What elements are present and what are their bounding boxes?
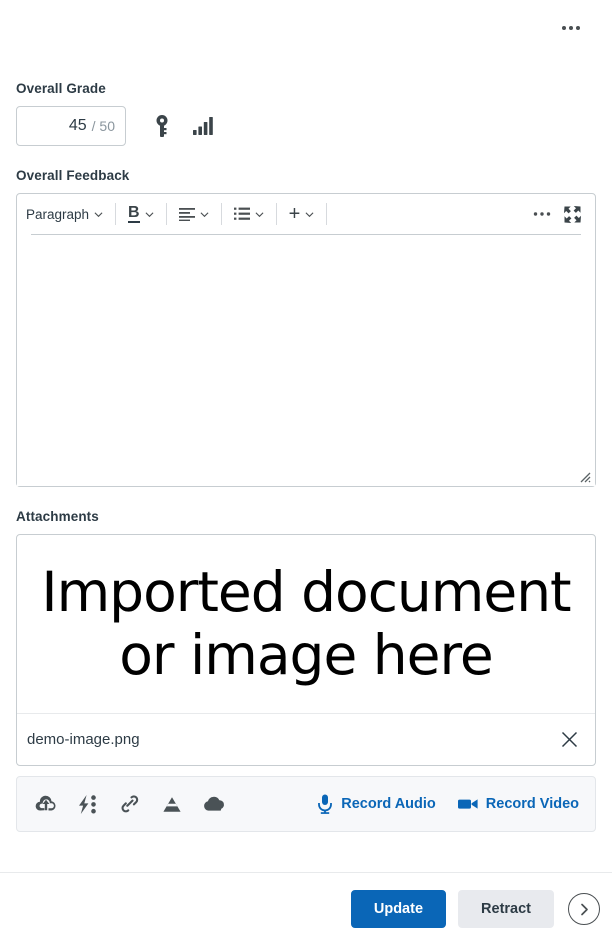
- attachment-preview[interactable]: Imported document or image here: [17, 535, 595, 713]
- rich-content-editor: Paragraph B +: [16, 193, 596, 487]
- insert-menu-button[interactable]: +: [284, 199, 320, 229]
- bold-label: B: [128, 204, 140, 224]
- toolbar-separator: [275, 203, 277, 225]
- update-button[interactable]: Update: [350, 890, 447, 928]
- panel-topbar: [0, 0, 612, 56]
- overall-feedback-label: Overall Feedback: [16, 168, 130, 183]
- rce-resize-handle[interactable]: [575, 467, 591, 483]
- toolbar-separator: [115, 203, 117, 225]
- cloud-glyph: [203, 796, 224, 811]
- block-format-label: Paragraph: [26, 206, 90, 222]
- retract-button[interactable]: Retract: [458, 890, 554, 928]
- block-format-dropdown[interactable]: Paragraph: [21, 199, 108, 229]
- grade-input[interactable]: 45 / 50: [16, 106, 126, 146]
- toolbar-separator: [165, 203, 167, 225]
- bulleted-list-icon: [233, 207, 250, 220]
- kebab-dot: [562, 26, 566, 30]
- overall-feedback-section: Overall Feedback Paragraph B +: [0, 168, 612, 487]
- attachments-section: Attachments Imported document or image h…: [0, 509, 612, 766]
- plus-icon: +: [288, 203, 301, 225]
- chevron-down-icon: [94, 211, 103, 217]
- onedrive-cloud-icon[interactable]: [199, 789, 229, 819]
- chevron-down-icon: [305, 211, 314, 217]
- rce-more-options-button[interactable]: [527, 199, 557, 229]
- video-camera-icon: [457, 799, 478, 809]
- grade-value: 45: [68, 117, 87, 134]
- record-audio-button[interactable]: Record Audio: [315, 790, 438, 818]
- attachment-preview-text: Imported document or image here: [41, 559, 571, 687]
- kebab-dot: [576, 26, 580, 30]
- grade-points-possible: / 50: [91, 118, 115, 134]
- grade-statistics-icon[interactable]: [184, 106, 224, 146]
- remove-attachment-button[interactable]: [555, 726, 583, 754]
- attachment-file-row: demo-image.png: [17, 713, 595, 765]
- speedgrader-grading-panel: Overall Grade 45 / 50 Overall Feedback P…: [0, 0, 612, 945]
- rubric-key-icon[interactable]: [142, 106, 182, 146]
- chevron-down-icon: [145, 211, 154, 217]
- ellipsis-icon: [533, 212, 551, 216]
- bold-button[interactable]: B: [123, 199, 159, 229]
- close-icon: [561, 731, 577, 748]
- drive-triangle-glyph: [163, 796, 181, 812]
- microphone-icon: [318, 794, 333, 814]
- attachment-card: Imported document or image here demo-ima…: [16, 534, 596, 766]
- panel-footer: Update Retract: [0, 873, 612, 945]
- align-left-icon: [178, 208, 195, 221]
- link-icon[interactable]: [115, 789, 145, 819]
- upload-source-icons: [31, 789, 229, 819]
- rce-fullscreen-button[interactable]: [557, 199, 587, 229]
- chain-link-glyph: [121, 795, 139, 813]
- options-menu-button[interactable]: [556, 13, 586, 43]
- overall-grade-row: 45 / 50: [16, 106, 596, 146]
- rce-toolbar: Paragraph B +: [17, 194, 595, 234]
- next-student-button[interactable]: [568, 893, 600, 925]
- google-drive-icon[interactable]: [157, 789, 187, 819]
- toolbar-separator: [220, 203, 222, 225]
- attachments-label: Attachments: [16, 509, 99, 524]
- overall-grade-label: Overall Grade: [16, 81, 106, 96]
- attachment-upload-bar: Record Audio Record Video: [16, 776, 596, 832]
- align-left-button[interactable]: [174, 199, 214, 229]
- media-record-actions: Record Audio Record Video: [315, 790, 581, 818]
- fullscreen-icon: [563, 205, 581, 223]
- chevron-down-icon: [200, 211, 209, 217]
- rce-text-area[interactable]: [17, 235, 595, 486]
- overall-grade-section: Overall Grade 45 / 50: [0, 81, 612, 146]
- record-video-button[interactable]: Record Video: [456, 792, 581, 816]
- kebab-dot: [569, 26, 573, 30]
- cloud-upload-icon[interactable]: [31, 789, 61, 819]
- chevron-right-icon: [580, 903, 588, 915]
- record-video-label: Record Video: [485, 796, 579, 812]
- bulleted-list-button[interactable]: [229, 199, 269, 229]
- toolbar-separator: [326, 203, 328, 225]
- chevron-down-icon: [255, 211, 264, 217]
- record-audio-label: Record Audio: [341, 796, 436, 812]
- bolt-glyph: [79, 794, 96, 814]
- instructure-bolt-icon[interactable]: [73, 789, 103, 819]
- cloud-upload-glyph: [35, 795, 56, 811]
- attachment-file-name: demo-image.png: [27, 731, 140, 748]
